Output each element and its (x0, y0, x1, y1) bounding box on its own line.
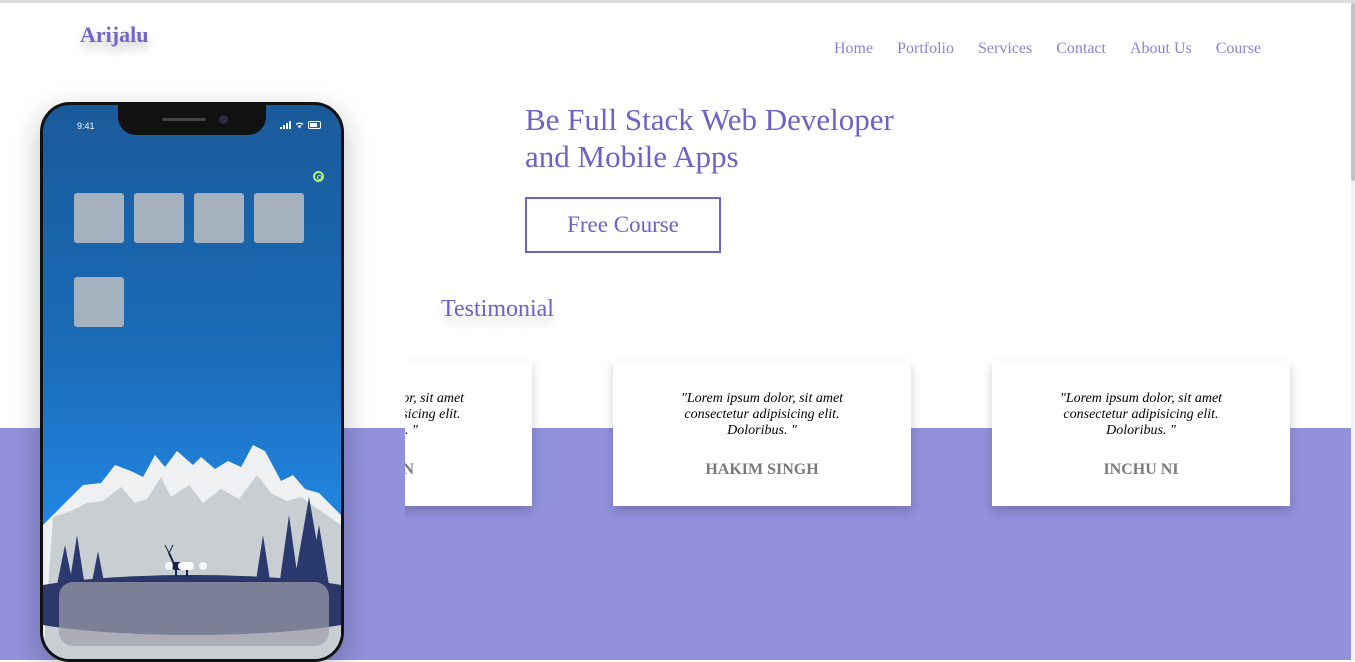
site-logo[interactable]: Arijalu (80, 22, 148, 48)
app-icon[interactable] (134, 193, 184, 243)
testimonial-card: "Lorem ipsum dolor, sit amet consectetur… (613, 361, 911, 506)
status-icons (280, 121, 321, 129)
battery-icon (308, 121, 321, 129)
testimonial-quote: "Lorem ipsum dolor, sit amet consectetur… (405, 391, 465, 438)
page-dot-active[interactable] (178, 562, 194, 570)
testimonial-quote: "Lorem ipsum dolor, sit amet consectetur… (1059, 391, 1223, 438)
status-time: 9:41 (77, 121, 95, 131)
nav-about-us[interactable]: About Us (1130, 40, 1192, 58)
speaker-grille (162, 118, 206, 121)
page-indicator[interactable] (165, 562, 207, 570)
phone-notch (118, 105, 266, 135)
nav-services[interactable]: Services (978, 40, 1032, 58)
testimonial-heading: Testimonial (441, 296, 554, 322)
camera-icon (219, 115, 228, 124)
page-dot[interactable] (199, 562, 207, 570)
app-icon[interactable] (194, 193, 244, 243)
nav-home[interactable]: Home (834, 40, 873, 58)
assistive-touch-icon[interactable] (313, 171, 324, 182)
testimonial-quote: "Lorem ipsum dolor, sit amet consectetur… (680, 391, 844, 438)
hero-title-line2: and Mobile Apps (525, 139, 739, 174)
phone-mockup: 9:41 (40, 102, 344, 662)
testimonial-author: HAKIM SINGH (705, 461, 819, 478)
page-dot[interactable] (165, 562, 173, 570)
mountain-wallpaper (43, 445, 341, 659)
hero-title: Be Full Stack Web Developer and Mobile A… (525, 101, 945, 175)
signal-icon (280, 121, 291, 129)
nav-contact[interactable]: Contact (1056, 40, 1106, 58)
main-nav: Home Portfolio Services Contact About Us… (834, 40, 1261, 58)
phone-dock (59, 582, 329, 646)
wifi-icon (295, 121, 304, 129)
nav-portfolio[interactable]: Portfolio (897, 40, 954, 58)
testimonial-author: HUMAN (405, 461, 415, 478)
testimonial-carousel[interactable]: "Lorem ipsum dolor, sit amet consectetur… (405, 358, 1355, 528)
app-icon[interactable] (254, 193, 304, 243)
app-icon[interactable] (74, 277, 124, 327)
free-course-button[interactable]: Free Course (525, 197, 721, 253)
testimonial-author: INCHU NI (1103, 461, 1179, 478)
top-border (0, 0, 1355, 3)
app-icon[interactable] (74, 193, 124, 243)
scrollbar-thumb[interactable] (1351, 3, 1355, 181)
testimonial-card: "Lorem ipsum dolor, sit amet consectetur… (405, 361, 532, 506)
testimonial-card: "Lorem ipsum dolor, sit amet consectetur… (992, 361, 1290, 506)
hero-title-line1: Be Full Stack Web Developer (525, 102, 894, 137)
nav-course[interactable]: Course (1216, 40, 1261, 58)
